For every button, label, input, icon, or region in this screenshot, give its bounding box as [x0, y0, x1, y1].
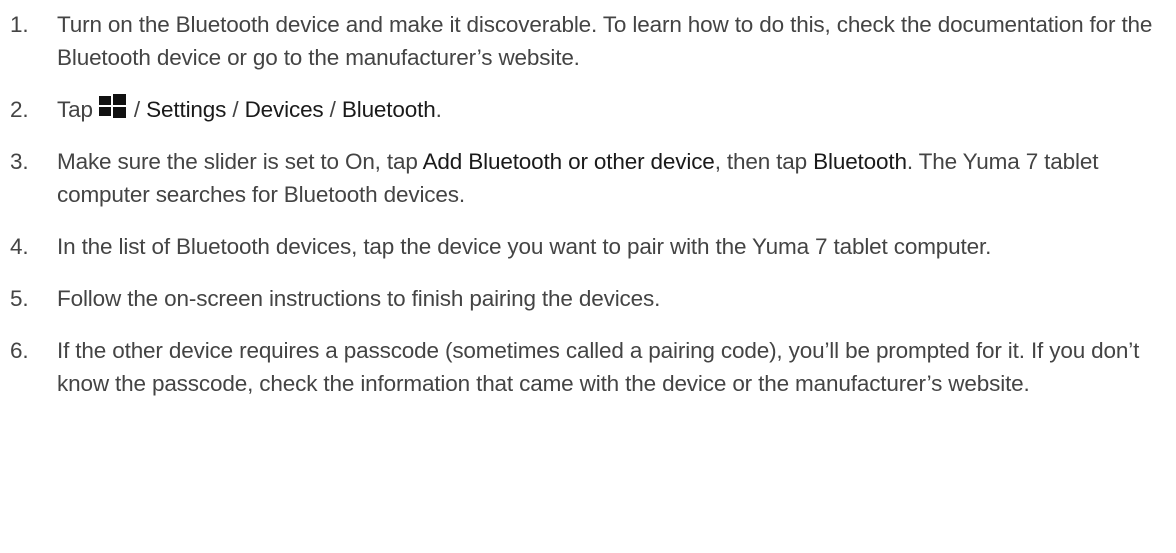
path-separator: / — [323, 97, 342, 122]
bluetooth-label: Bluetooth — [341, 97, 436, 122]
windows-start-icon — [98, 94, 126, 118]
step-5: 5. Follow the on-screen instructions to … — [10, 282, 1170, 315]
path-separator: / — [226, 97, 245, 122]
step-tap-text: Tap — [57, 97, 93, 122]
path-separator: / — [127, 97, 147, 122]
step-1: 1. Turn on the Bluetooth device and make… — [10, 8, 1170, 74]
add-device-label: Add Bluetooth or other device — [422, 149, 715, 174]
step-text-pre: Make sure the slider is set to On, tap — [57, 149, 423, 174]
bluetooth-pairing-steps: 1. Turn on the Bluetooth device and make… — [10, 8, 1170, 400]
step-text: In the list of Bluetooth devices, tap th… — [57, 234, 992, 259]
step-number: 1. — [10, 12, 29, 37]
step-number: 5. — [10, 286, 29, 311]
step-4: 4. In the list of Bluetooth devices, tap… — [10, 230, 1170, 263]
step-number: 6. — [10, 338, 29, 363]
settings-label: Settings — [146, 97, 227, 122]
step-number: 3. — [10, 149, 29, 174]
step-text: Turn on the Bluetooth device and make it… — [57, 12, 1153, 70]
step-text: Follow the on-screen instructions to fin… — [57, 286, 661, 311]
step-6: 6. If the other device requires a passco… — [10, 334, 1170, 400]
step-2: 2. Tap / Settings / Devices / Bluetooth. — [10, 93, 1170, 126]
devices-label: Devices — [244, 97, 324, 122]
step-text: If the other device requires a passcode … — [57, 338, 1140, 396]
bluetooth-label: Bluetooth — [813, 149, 907, 174]
sentence-end: . — [435, 97, 442, 122]
step-number: 4. — [10, 234, 29, 259]
step-number: 2. — [10, 97, 29, 122]
step-3: 3. Make sure the slider is set to On, ta… — [10, 145, 1170, 211]
step-text-mid: , then tap — [714, 149, 814, 174]
